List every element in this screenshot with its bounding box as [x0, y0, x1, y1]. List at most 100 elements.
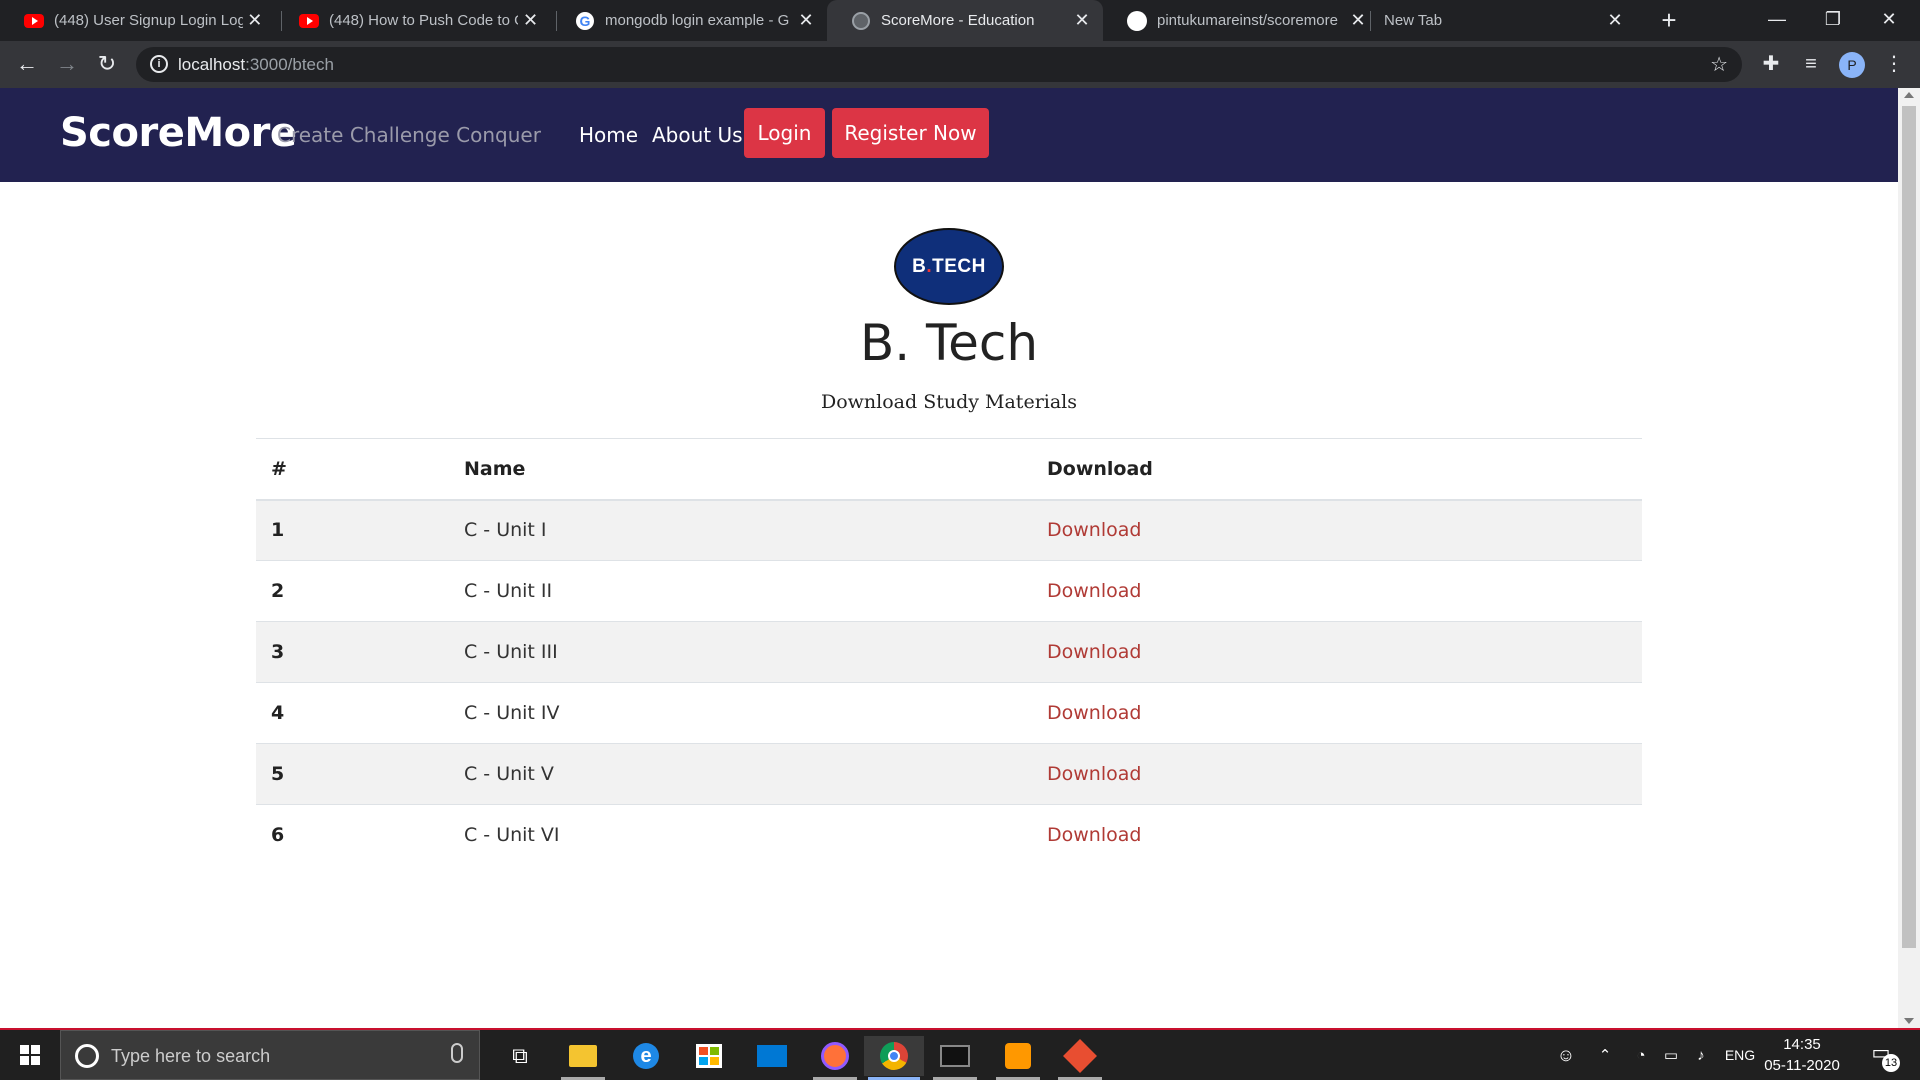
table-row: 3 C - Unit III Download: [256, 621, 1642, 683]
row-name: C - Unit V: [464, 763, 554, 785]
row-number: 6: [271, 824, 285, 847]
download-link[interactable]: Download: [1047, 763, 1141, 785]
minimize-icon[interactable]: —: [1754, 0, 1800, 41]
tab-google-search[interactable]: G mongodb login example - G ✕: [551, 0, 827, 41]
nav-home-link[interactable]: Home: [579, 123, 638, 147]
github-icon: [1127, 10, 1147, 31]
download-link[interactable]: Download: [1047, 824, 1141, 846]
cortana-icon: [75, 1044, 99, 1068]
tab-github[interactable]: pintukumareinst/scoremore ✕: [1103, 0, 1379, 41]
clock-date: 05-11-2020: [1764, 1057, 1840, 1074]
microphone-icon[interactable]: [451, 1043, 463, 1063]
sublime-text-icon[interactable]: [988, 1036, 1048, 1080]
header-download: Download: [1032, 438, 1642, 501]
firefox-icon[interactable]: [805, 1036, 865, 1080]
header-name: Name: [449, 438, 1032, 501]
download-cell: Download: [1032, 561, 1642, 622]
table-row: 2 C - Unit II Download: [256, 561, 1642, 622]
scrollbar-thumb[interactable]: [1902, 106, 1916, 948]
tab-youtube-push[interactable]: (448) How to Push Code to G ✕: [275, 0, 551, 41]
close-tab-icon[interactable]: ✕: [1602, 10, 1628, 31]
row-name: C - Unit IV: [464, 702, 560, 724]
battery-icon[interactable]: ▭: [1658, 1030, 1684, 1080]
page-scrollbar[interactable]: [1898, 88, 1920, 1028]
nav-about-link[interactable]: About Us: [652, 123, 743, 147]
download-cell: Download: [1032, 500, 1642, 561]
btech-logo: B. TECH: [894, 228, 1004, 305]
browser-tab-strip: (448) User Signup Login Logo ✕ (448) How…: [0, 0, 1920, 41]
system-clock[interactable]: 14:35 05-11-2020: [1762, 1034, 1842, 1076]
brand-tagline: Create Challenge Conquer: [277, 123, 541, 147]
start-button[interactable]: [0, 1030, 60, 1080]
action-center-icon[interactable]: ▭ 13: [1866, 1040, 1900, 1072]
download-link[interactable]: Download: [1047, 519, 1141, 541]
row-name: C - Unit III: [464, 641, 558, 663]
language-indicator[interactable]: ENG: [1722, 1030, 1758, 1080]
profile-avatar[interactable]: P: [1839, 52, 1865, 78]
address-bar[interactable]: i localhost:3000/btech ☆: [136, 47, 1742, 82]
download-link[interactable]: Download: [1047, 702, 1141, 724]
logo-text-tech: TECH: [932, 255, 986, 277]
taskbar-search[interactable]: Type here to search: [60, 1030, 480, 1080]
bookmark-star-icon[interactable]: ☆: [1710, 52, 1728, 77]
store-icon[interactable]: [679, 1036, 739, 1076]
browser-toolbar: ← → ↻ i localhost:3000/btech ☆ ✚ ≡ P ⋮: [0, 41, 1920, 88]
search-placeholder: Type here to search: [111, 1046, 271, 1066]
table-row: 5 C - Unit V Download: [256, 743, 1642, 805]
scroll-up-arrow-icon[interactable]: [1904, 92, 1914, 98]
table-row: 1 C - Unit I Download: [256, 499, 1642, 561]
close-tab-icon[interactable]: ✕: [518, 10, 543, 31]
extensions-puzzle-icon[interactable]: ✚: [1757, 50, 1785, 78]
notification-badge: 13: [1882, 1054, 1900, 1072]
register-button[interactable]: Register Now: [832, 108, 989, 158]
download-cell: Download: [1032, 805, 1642, 866]
mail-icon[interactable]: [742, 1036, 802, 1076]
table-header-row: # Name Download: [256, 438, 1642, 501]
url-host: localhost: [178, 55, 246, 74]
file-explorer-icon[interactable]: [553, 1036, 613, 1080]
row-number: 3: [271, 641, 285, 663]
menu-kebab-icon[interactable]: ⋮: [1880, 50, 1908, 78]
download-link[interactable]: Download: [1047, 580, 1141, 602]
git-gui-icon[interactable]: [1050, 1036, 1110, 1080]
row-number: 5: [271, 763, 285, 785]
download-cell: Download: [1032, 683, 1642, 744]
new-tab-plus-icon[interactable]: +: [1654, 6, 1684, 36]
volume-icon[interactable]: ♪: [1688, 1030, 1714, 1080]
row-name: C - Unit I: [464, 519, 547, 542]
site-navbar: ScoreMore Create Challenge Conquer Home …: [0, 88, 1898, 182]
tab-title: New Tab: [1384, 12, 1443, 29]
url-text[interactable]: localhost:3000/btech: [178, 55, 334, 75]
back-arrow-icon[interactable]: ←: [11, 49, 43, 81]
site-info-icon[interactable]: i: [150, 55, 168, 73]
tab-scoremore-active[interactable]: ScoreMore - Education ✕: [827, 0, 1103, 41]
terminal-icon[interactable]: [925, 1036, 985, 1080]
page-subtitle: Download Study Materials: [820, 391, 1078, 413]
people-icon[interactable]: ☺: [1548, 1030, 1584, 1080]
task-view-icon[interactable]: ⧉: [490, 1036, 550, 1076]
tab-title: ScoreMore - Education: [881, 12, 1035, 29]
brand-logo[interactable]: ScoreMore: [60, 110, 297, 156]
login-button[interactable]: Login: [744, 108, 825, 158]
forward-arrow-icon[interactable]: →: [51, 49, 83, 81]
chrome-icon[interactable]: [864, 1036, 924, 1080]
windows-taskbar: Type here to search ⧉ e ☺ ⌃ ◔ ▭ ♪ ENG 14…: [0, 1028, 1920, 1080]
reload-icon[interactable]: ↻: [91, 49, 123, 81]
close-tab-icon[interactable]: ✕: [243, 10, 267, 31]
close-window-icon[interactable]: ✕: [1866, 0, 1912, 41]
logo-text-b: B: [912, 255, 927, 277]
media-control-icon[interactable]: ≡: [1797, 50, 1825, 78]
edge-icon[interactable]: e: [616, 1036, 676, 1076]
tab-youtube-signup[interactable]: (448) User Signup Login Logo ✕: [0, 0, 275, 41]
download-link[interactable]: Download: [1047, 641, 1141, 663]
tab-new[interactable]: New Tab ✕: [1360, 0, 1636, 41]
scroll-down-arrow-icon[interactable]: [1904, 1018, 1914, 1024]
close-tab-icon[interactable]: ✕: [1069, 10, 1095, 31]
header-number: #: [256, 438, 449, 501]
restore-icon[interactable]: ❐: [1810, 0, 1856, 41]
table-row: 6 C - Unit VI Download: [256, 805, 1642, 866]
wifi-icon[interactable]: ◔: [1628, 1030, 1654, 1080]
download-cell: Download: [1032, 622, 1642, 683]
close-tab-icon[interactable]: ✕: [793, 10, 819, 31]
show-hidden-icons-chevron-icon[interactable]: ⌃: [1592, 1030, 1618, 1080]
